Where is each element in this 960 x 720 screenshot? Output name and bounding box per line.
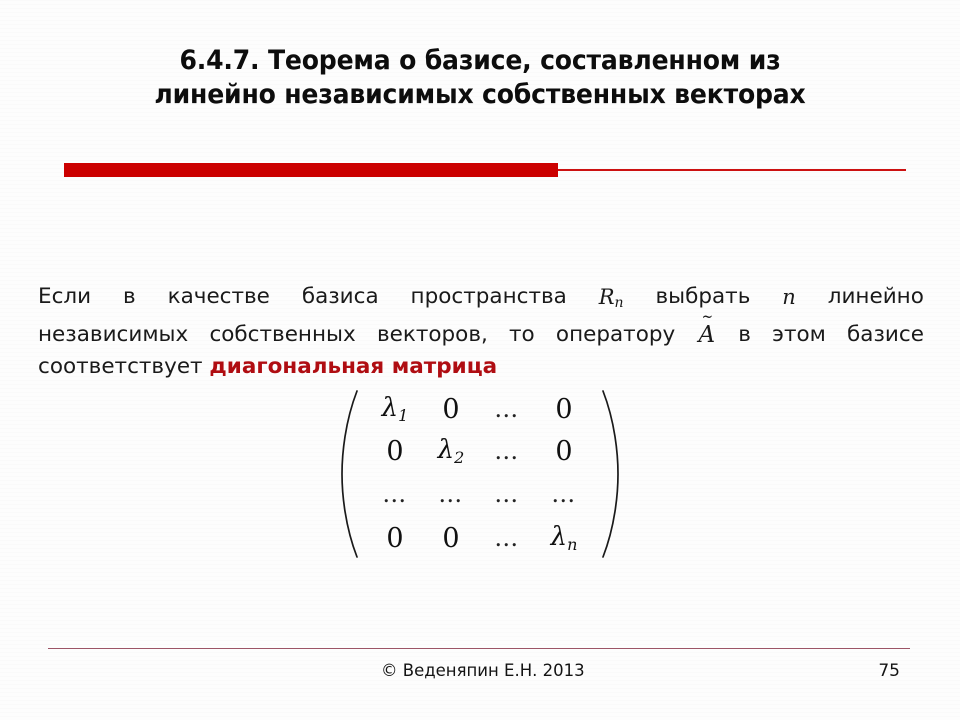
body-word: Если: [38, 284, 92, 309]
body-word: то: [509, 322, 535, 348]
space-symbol-Rn: Rn: [599, 281, 624, 319]
matrix-cell-3-3: …: [494, 480, 520, 508]
matrix-left-paren: [339, 388, 361, 560]
matrix-right-paren: [599, 388, 621, 560]
diagonal-matrix: λ1 0 … 0 0 λ2 … 0 … … … … 0 0 … λn: [0, 388, 960, 560]
divider-thin-line: [558, 169, 906, 171]
matrix-cell-2-1: 0: [386, 435, 404, 467]
matrix-cell-1-2: 0: [442, 393, 460, 425]
lambda-subscript: n: [567, 534, 578, 554]
matrix-cell-3-4: …: [551, 480, 577, 508]
lambda-subscript: 1: [398, 405, 409, 425]
body-word: линейно: [827, 284, 924, 309]
body-word: базиса: [301, 284, 379, 309]
footer: © Веденяпин Е.Н. 2013 75: [48, 661, 910, 685]
body-line-3: соответствует диагональная матрица: [38, 351, 924, 383]
page-title-line-2: линейно независимых собственных векторах: [154, 79, 806, 110]
matrix-cell-4-1: 0: [386, 522, 404, 554]
body-word: в: [738, 322, 751, 348]
lambda-subscript: 2: [454, 447, 465, 467]
lambda-glyph: λ: [437, 434, 455, 465]
matrix-cell-4-2: 0: [442, 522, 460, 554]
lambda-glyph: λ: [381, 392, 399, 423]
matrix-cell-1-4: 0: [555, 393, 573, 425]
body-word: в: [123, 284, 136, 309]
space-symbol-subscript: n: [614, 295, 624, 312]
operator-accent: ~: [701, 306, 713, 327]
body-word: оператору: [555, 322, 676, 348]
slide: 6.4.7. Теорема о базисе, составленном из…: [0, 0, 960, 720]
operator-symbol-A: ~ A: [696, 308, 717, 351]
body-line-1: Если в качестве базиса пространства Rn в…: [38, 281, 924, 319]
page-title-line-1: 6.4.7. Теорема о базисе, составленном из: [179, 45, 781, 76]
page-number: 75: [878, 661, 900, 681]
matrix-body: λ1 0 … 0 0 λ2 … 0 … … … … 0 0 … λn: [361, 388, 599, 560]
matrix-cell-4-4: λn: [551, 524, 578, 553]
footer-copyright: © Веденяпин Е.Н. 2013: [381, 661, 585, 680]
page-title: 6.4.7. Теорема о базисе, составленном из…: [99, 44, 862, 112]
body-word: пространства: [410, 284, 567, 309]
matrix-cell-1-1: λ1: [382, 395, 409, 424]
body-line-2: независимых собственных векторов, то опе…: [38, 308, 924, 351]
divider-thick-bar: [64, 163, 558, 177]
body-word: базисе: [847, 322, 924, 348]
matrix-cell-2-4: 0: [555, 435, 573, 467]
matrix-cell-2-2: λ2: [438, 437, 465, 466]
body-word: соответствует: [38, 354, 203, 380]
lambda-glyph: λ: [550, 521, 568, 552]
emphasized-term: диагональная матрица: [209, 354, 498, 380]
matrix-cell-1-3: …: [494, 395, 520, 423]
body-paragraph: Если в качестве базиса пространства Rn в…: [38, 281, 924, 383]
footer-divider: [48, 648, 910, 650]
body-word: векторов,: [376, 322, 488, 348]
matrix-cell-2-3: …: [494, 437, 520, 465]
body-word: этом: [772, 322, 826, 348]
matrix-cell-3-2: …: [438, 480, 464, 508]
body-word: собственных: [209, 322, 356, 348]
space-symbol-base: R: [598, 285, 615, 309]
matrix-cell-4-3: …: [494, 524, 520, 552]
body-word: независимых: [38, 322, 189, 348]
dimension-symbol-n: n: [782, 285, 796, 309]
body-word: качестве: [167, 284, 270, 309]
title-divider: [64, 163, 906, 177]
matrix-cell-3-1: …: [382, 480, 408, 508]
